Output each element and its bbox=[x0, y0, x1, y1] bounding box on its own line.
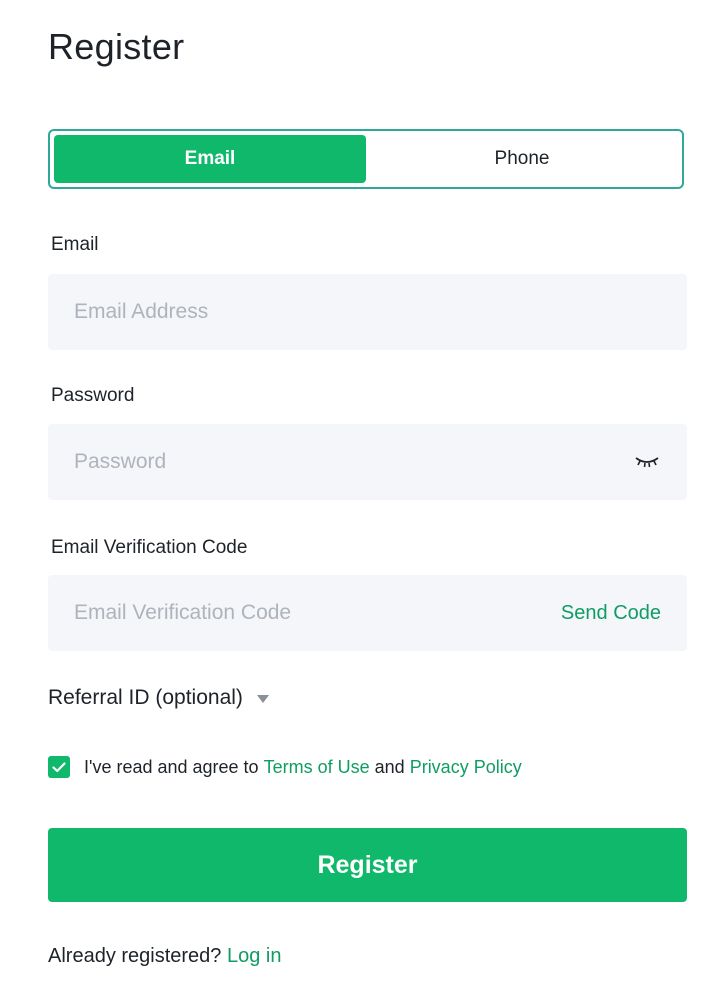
register-method-tabs: Email Phone bbox=[48, 129, 684, 189]
terms-of-use-link[interactable]: Terms of Use bbox=[264, 757, 370, 778]
privacy-policy-link[interactable]: Privacy Policy bbox=[410, 757, 522, 778]
referral-toggle[interactable]: Referral ID (optional) bbox=[48, 686, 269, 710]
eye-closed-icon[interactable] bbox=[633, 452, 661, 472]
referral-label: Referral ID (optional) bbox=[48, 686, 243, 709]
agreement-conjunction: and bbox=[374, 756, 405, 777]
password-input[interactable] bbox=[74, 450, 633, 474]
agreement-prefix: I've read and agree to bbox=[84, 756, 259, 777]
verification-field-container: Send Code bbox=[48, 575, 687, 651]
page-title: Register bbox=[48, 26, 185, 67]
password-label: Password bbox=[51, 385, 135, 406]
send-code-button[interactable]: Send Code bbox=[561, 602, 661, 625]
email-field-container bbox=[48, 274, 687, 350]
tab-phone[interactable]: Phone bbox=[366, 135, 678, 183]
register-button[interactable]: Register bbox=[48, 828, 687, 902]
login-link[interactable]: Log in bbox=[227, 945, 282, 967]
caret-down-icon bbox=[256, 695, 269, 703]
email-label: Email bbox=[51, 234, 99, 255]
email-input[interactable] bbox=[74, 300, 661, 324]
verification-code-label: Email Verification Code bbox=[51, 537, 248, 558]
agreement-row: I've read and agree to Terms of Use and … bbox=[48, 756, 522, 778]
login-prompt-text: Already registered? bbox=[48, 945, 222, 967]
verification-code-input[interactable] bbox=[74, 601, 561, 625]
tab-email[interactable]: Email bbox=[54, 135, 366, 183]
checkmark-icon bbox=[52, 761, 66, 772]
login-prompt: Already registered? Log in bbox=[48, 945, 282, 968]
password-field-container bbox=[48, 424, 687, 500]
agree-checkbox[interactable] bbox=[48, 756, 70, 778]
